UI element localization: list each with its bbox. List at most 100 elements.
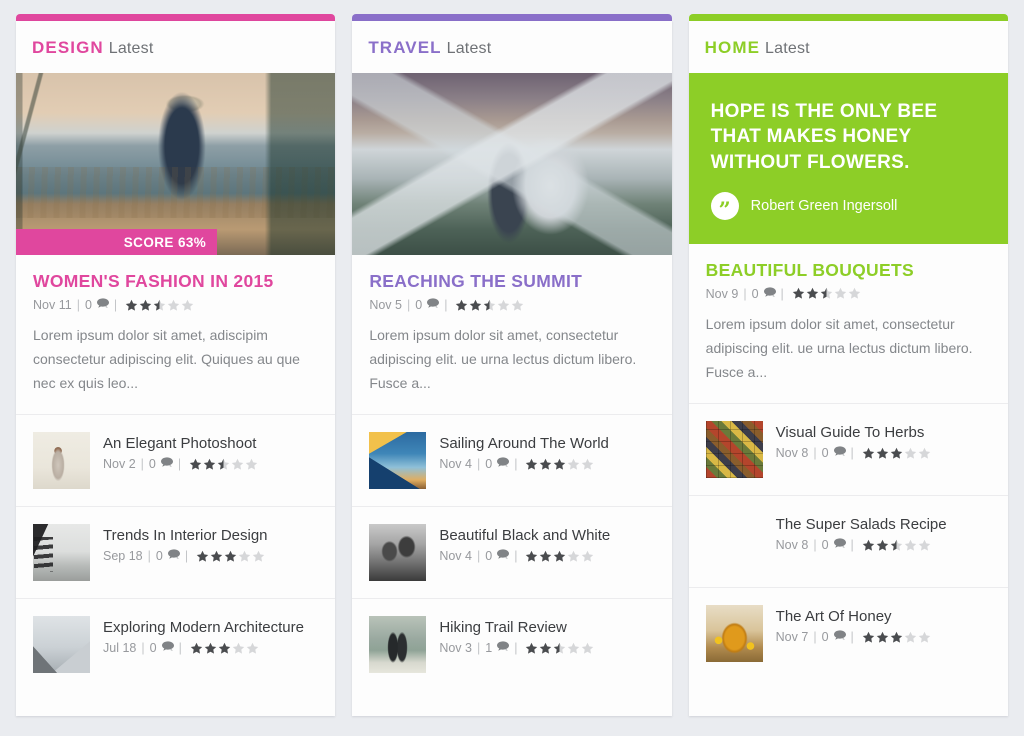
column-accent-bar bbox=[352, 14, 672, 21]
post-date: Nov 4 bbox=[439, 457, 472, 472]
list-item-thumbnail bbox=[705, 605, 763, 663]
list-item[interactable]: The Super Salads Recipe Nov 8 | 0 | bbox=[688, 496, 1008, 589]
column-travel: TRAVEL Latest REACHING THE SUMMIT Nov 5 | 0 |… bbox=[352, 14, 672, 716]
post-date: Sep 18 bbox=[103, 549, 143, 564]
post-date: Nov 3 bbox=[439, 641, 472, 656]
list-item-title[interactable]: Visual Guide To Herbs bbox=[776, 423, 931, 442]
column-subtitle: Latest bbox=[108, 40, 154, 57]
meta-separator: | bbox=[140, 457, 144, 472]
comment-count: 1 bbox=[485, 641, 493, 656]
meta-separator: | bbox=[476, 641, 481, 656]
list-item-thumbnail bbox=[33, 524, 90, 582]
column-header: DESIGN Latest bbox=[16, 21, 335, 73]
star-icon bbox=[904, 539, 917, 552]
star-icon bbox=[203, 458, 216, 471]
column-header: HOME Latest bbox=[689, 21, 1008, 73]
star-icon bbox=[848, 287, 861, 300]
honey-jar-with-sunflowers-photo bbox=[705, 605, 763, 663]
star-icon bbox=[497, 299, 510, 312]
meta-separator: | bbox=[514, 549, 518, 564]
meta-separator: | bbox=[476, 549, 481, 564]
feature-title[interactable]: REACHING THE SUMMIT bbox=[369, 271, 654, 292]
list-item-title[interactable]: Exploring Modern Architecture bbox=[103, 618, 304, 637]
star-icon bbox=[218, 642, 231, 655]
column-category-label[interactable]: DESIGN bbox=[32, 38, 104, 57]
feature-image-wrap[interactable] bbox=[352, 73, 672, 255]
star-icon bbox=[210, 550, 223, 563]
star-icon bbox=[539, 458, 552, 471]
star-icon bbox=[539, 550, 552, 563]
comment-count: 0 bbox=[415, 298, 423, 312]
star-icon bbox=[792, 287, 805, 300]
column-accent-bar bbox=[688, 14, 1008, 21]
star-icon bbox=[567, 550, 580, 563]
meta-separator: | bbox=[141, 641, 145, 656]
star-icon bbox=[820, 287, 833, 300]
list-item-thumbnail bbox=[33, 616, 90, 674]
star-rating bbox=[196, 550, 265, 563]
meta-separator: | bbox=[476, 457, 481, 472]
list-item-title[interactable]: The Art Of Honey bbox=[776, 607, 931, 626]
list-item-title[interactable]: Hiking Trail Review bbox=[439, 618, 594, 637]
list-item-title[interactable]: Trends In Interior Design bbox=[103, 526, 268, 545]
star-icon bbox=[581, 642, 594, 655]
feature-title[interactable]: WOMEN'S FASHION IN 2015 bbox=[33, 271, 318, 292]
comment-count: 0 bbox=[485, 549, 493, 564]
list-item-title[interactable]: An Elegant Photoshoot bbox=[103, 434, 258, 453]
column-card: DESIGN Latest SCORE 63% WOMEN'S FASHION IN… bbox=[16, 21, 336, 716]
post-meta: Jul 18 | 0 | bbox=[103, 641, 304, 655]
list-item[interactable]: Hiking Trail Review Nov 3 | 1 | bbox=[352, 599, 671, 690]
feature-excerpt: Lorem ipsum dolor sit amet, consectetur … bbox=[369, 327, 637, 392]
comment-bubble-icon bbox=[763, 287, 776, 301]
star-rating bbox=[862, 447, 931, 460]
post-meta: Nov 8 | 0 | bbox=[776, 446, 931, 460]
column-card: TRAVEL Latest REACHING THE SUMMIT Nov 5 | 0 |… bbox=[352, 21, 672, 716]
comment-bubble-icon bbox=[96, 298, 109, 312]
meta-separator: | bbox=[76, 298, 80, 312]
star-icon bbox=[567, 642, 580, 655]
star-rating bbox=[862, 539, 931, 552]
list-item[interactable]: Visual Guide To Herbs Nov 8 | 0 | bbox=[688, 404, 1008, 497]
star-icon bbox=[483, 299, 496, 312]
card-filler bbox=[689, 679, 1008, 716]
feature-image-wrap[interactable]: SCORE 63% bbox=[16, 73, 336, 255]
star-icon bbox=[862, 631, 875, 644]
comment-bubble-icon bbox=[427, 298, 440, 312]
list-item-title[interactable]: Beautiful Black and White bbox=[439, 526, 610, 545]
list-item[interactable]: Exploring Modern Architecture Jul 18 | 0 | bbox=[16, 599, 335, 690]
star-icon bbox=[153, 299, 166, 312]
meta-separator: | bbox=[177, 457, 182, 472]
star-icon bbox=[525, 458, 538, 471]
post-date: Nov 2 bbox=[103, 457, 136, 472]
column-category-label[interactable]: HOME bbox=[705, 38, 760, 57]
column-header: TRAVEL Latest bbox=[352, 21, 671, 73]
comment-count: 0 bbox=[821, 446, 829, 461]
list-item-title[interactable]: Sailing Around The World bbox=[439, 434, 609, 453]
comment-bubble-icon bbox=[167, 549, 180, 563]
list-item[interactable]: Beautiful Black and White Nov 4 | 0 | bbox=[352, 507, 672, 600]
quote-mark-icon: ” bbox=[710, 191, 739, 220]
list-item[interactable]: Trends In Interior Design Sep 18 | 0 | bbox=[16, 507, 336, 600]
meta-separator: | bbox=[780, 286, 784, 301]
post-meta: Nov 9 | 0 | bbox=[706, 287, 991, 301]
list-item[interactable]: Sailing Around The World Nov 4 | 0 | bbox=[352, 415, 672, 508]
feature-title[interactable]: BEAUTIFUL BOUQUETS bbox=[706, 260, 991, 281]
meta-separator: | bbox=[514, 641, 518, 656]
star-icon bbox=[204, 642, 217, 655]
meta-separator: | bbox=[406, 298, 411, 312]
star-rating bbox=[525, 458, 594, 471]
star-rating bbox=[189, 458, 258, 471]
post-date: Nov 8 bbox=[775, 538, 809, 553]
column-category-label[interactable]: TRAVEL bbox=[368, 38, 441, 57]
post-meta: Nov 8 | 0 | bbox=[776, 538, 947, 552]
star-icon bbox=[252, 550, 265, 563]
star-icon bbox=[190, 642, 203, 655]
star-icon bbox=[904, 447, 917, 460]
list-item-title[interactable]: The Super Salads Recipe bbox=[776, 515, 947, 534]
post-meta: Nov 3 | 1 | bbox=[439, 641, 594, 655]
list-item[interactable]: An Elegant Photoshoot Nov 2 | 0 | bbox=[16, 415, 336, 508]
quote-author-row: ” Robert Green Ingersoll bbox=[710, 191, 986, 220]
post-meta: Sep 18 | 0 | bbox=[103, 549, 268, 563]
star-icon bbox=[834, 287, 847, 300]
list-item[interactable]: The Art Of Honey Nov 7 | 0 | bbox=[689, 588, 1008, 679]
